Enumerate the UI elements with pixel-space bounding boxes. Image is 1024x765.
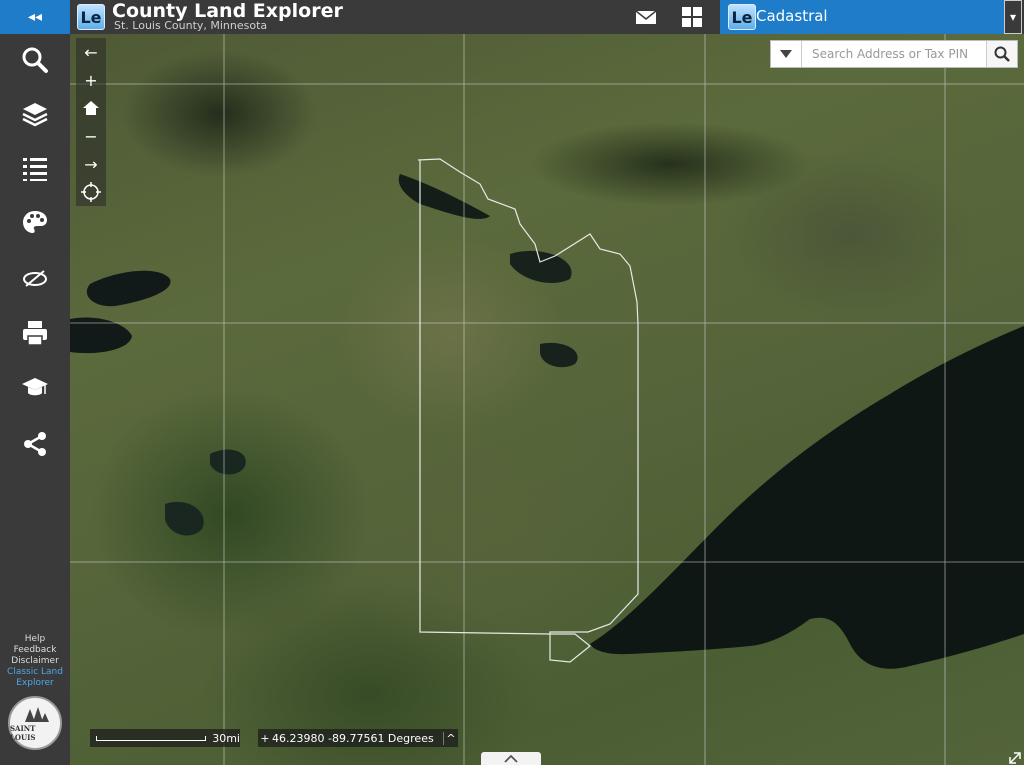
locate-button[interactable] — [76, 178, 106, 206]
scale-line — [96, 735, 207, 741]
scale-label: 30mi — [212, 731, 240, 745]
layers-tool-button[interactable] — [0, 88, 70, 140]
tutorial-tool-button[interactable] — [0, 362, 70, 414]
coordinates-text: 46.23980 -89.77561 Degrees — [272, 731, 434, 745]
lake-small-1 — [210, 449, 246, 475]
search-input[interactable] — [802, 41, 986, 67]
sidebar: ◂◂ Help Feedback Disclaimer Classic Land… — [0, 0, 71, 765]
classic-link-line2[interactable]: Explorer — [0, 678, 70, 689]
search-type-dropdown[interactable] — [771, 41, 802, 67]
chevron-down-icon: ▾ — [1009, 10, 1017, 24]
resize-icon — [1009, 752, 1021, 764]
layer-selector[interactable]: Le Cadastral — [720, 0, 1004, 34]
basemap-tool-button[interactable] — [0, 196, 70, 248]
lake-small-2 — [165, 501, 204, 536]
bottom-panel-toggle[interactable] — [481, 752, 541, 765]
legend-tool-button[interactable] — [0, 143, 70, 195]
county-boundary — [417, 158, 639, 663]
feedback-mail-button[interactable] — [635, 6, 657, 28]
envelope-icon — [635, 10, 657, 24]
disclaimer-link[interactable]: Disclaimer — [0, 656, 70, 667]
nav-forward-button[interactable]: → — [76, 150, 106, 178]
coordinate-readout: + 46.23980 -89.77561 Degrees ^ — [258, 729, 458, 747]
help-link[interactable]: Help — [0, 634, 70, 645]
nav-back-button[interactable]: ← — [76, 38, 106, 66]
search-tool-button[interactable] — [0, 34, 70, 86]
search-box — [770, 40, 1018, 68]
app-subtitle: St. Louis County, Minnesota — [114, 19, 268, 32]
layer-logo: Le — [728, 4, 756, 30]
zoom-in-button[interactable]: + — [76, 66, 106, 94]
home-icon — [83, 101, 99, 115]
locate-icon — [81, 182, 101, 202]
county-seal: SAINT LOUIS — [8, 696, 62, 750]
layer-dropdown-button[interactable]: ▾ — [1004, 0, 1022, 34]
seal-text: SAINT LOUIS — [10, 723, 36, 742]
measure-tool-button[interactable] — [0, 252, 70, 304]
list-icon — [23, 158, 47, 181]
caret-down-icon — [780, 50, 792, 58]
lake-superior — [590, 326, 1024, 669]
search-button[interactable] — [986, 41, 1017, 67]
feedback-link[interactable]: Feedback — [0, 645, 70, 656]
app-logo: Le — [77, 4, 105, 30]
coords-expand-button[interactable]: + — [258, 732, 272, 745]
header: Le County Land Explorer St. Louis County… — [70, 0, 1024, 34]
app-grid-button[interactable] — [682, 7, 702, 27]
seal-emblem-icon — [25, 706, 49, 722]
classic-link-line1[interactable]: Classic Land — [0, 667, 70, 678]
scale-bar: 30mi — [90, 729, 240, 747]
chevron-up-icon — [504, 755, 518, 763]
printer-icon — [23, 321, 47, 346]
search-icon — [22, 47, 48, 73]
search-icon — [994, 46, 1010, 62]
lake-northeast — [510, 250, 572, 284]
share-icon — [24, 432, 46, 456]
lake-vermilion — [86, 270, 171, 307]
resize-handle[interactable] — [1008, 750, 1022, 764]
layers-icon — [22, 103, 48, 127]
grid-icon — [682, 7, 702, 27]
print-tool-button[interactable] — [0, 307, 70, 359]
map-view[interactable]: ← + − → 30mi — [70, 34, 1024, 765]
palette-icon — [23, 211, 47, 233]
classic-land-explorer-link[interactable]: Classic Land Explorer — [0, 667, 70, 689]
boundary-waters-lakes — [398, 174, 490, 219]
coords-format-button[interactable]: ^ — [443, 731, 458, 745]
collapse-sidebar-button[interactable]: ◂◂ — [0, 0, 70, 34]
home-extent-button[interactable] — [76, 94, 106, 122]
lake-center — [540, 342, 578, 368]
footer-links: Help Feedback Disclaimer Classic Land Ex… — [0, 634, 70, 689]
measure-icon — [23, 270, 47, 287]
zoom-out-button[interactable]: − — [76, 122, 106, 150]
share-tool-button[interactable] — [0, 418, 70, 470]
graduation-cap-icon — [22, 378, 48, 396]
satellite-imagery — [70, 34, 1024, 765]
layer-name: Cadastral — [756, 7, 828, 25]
